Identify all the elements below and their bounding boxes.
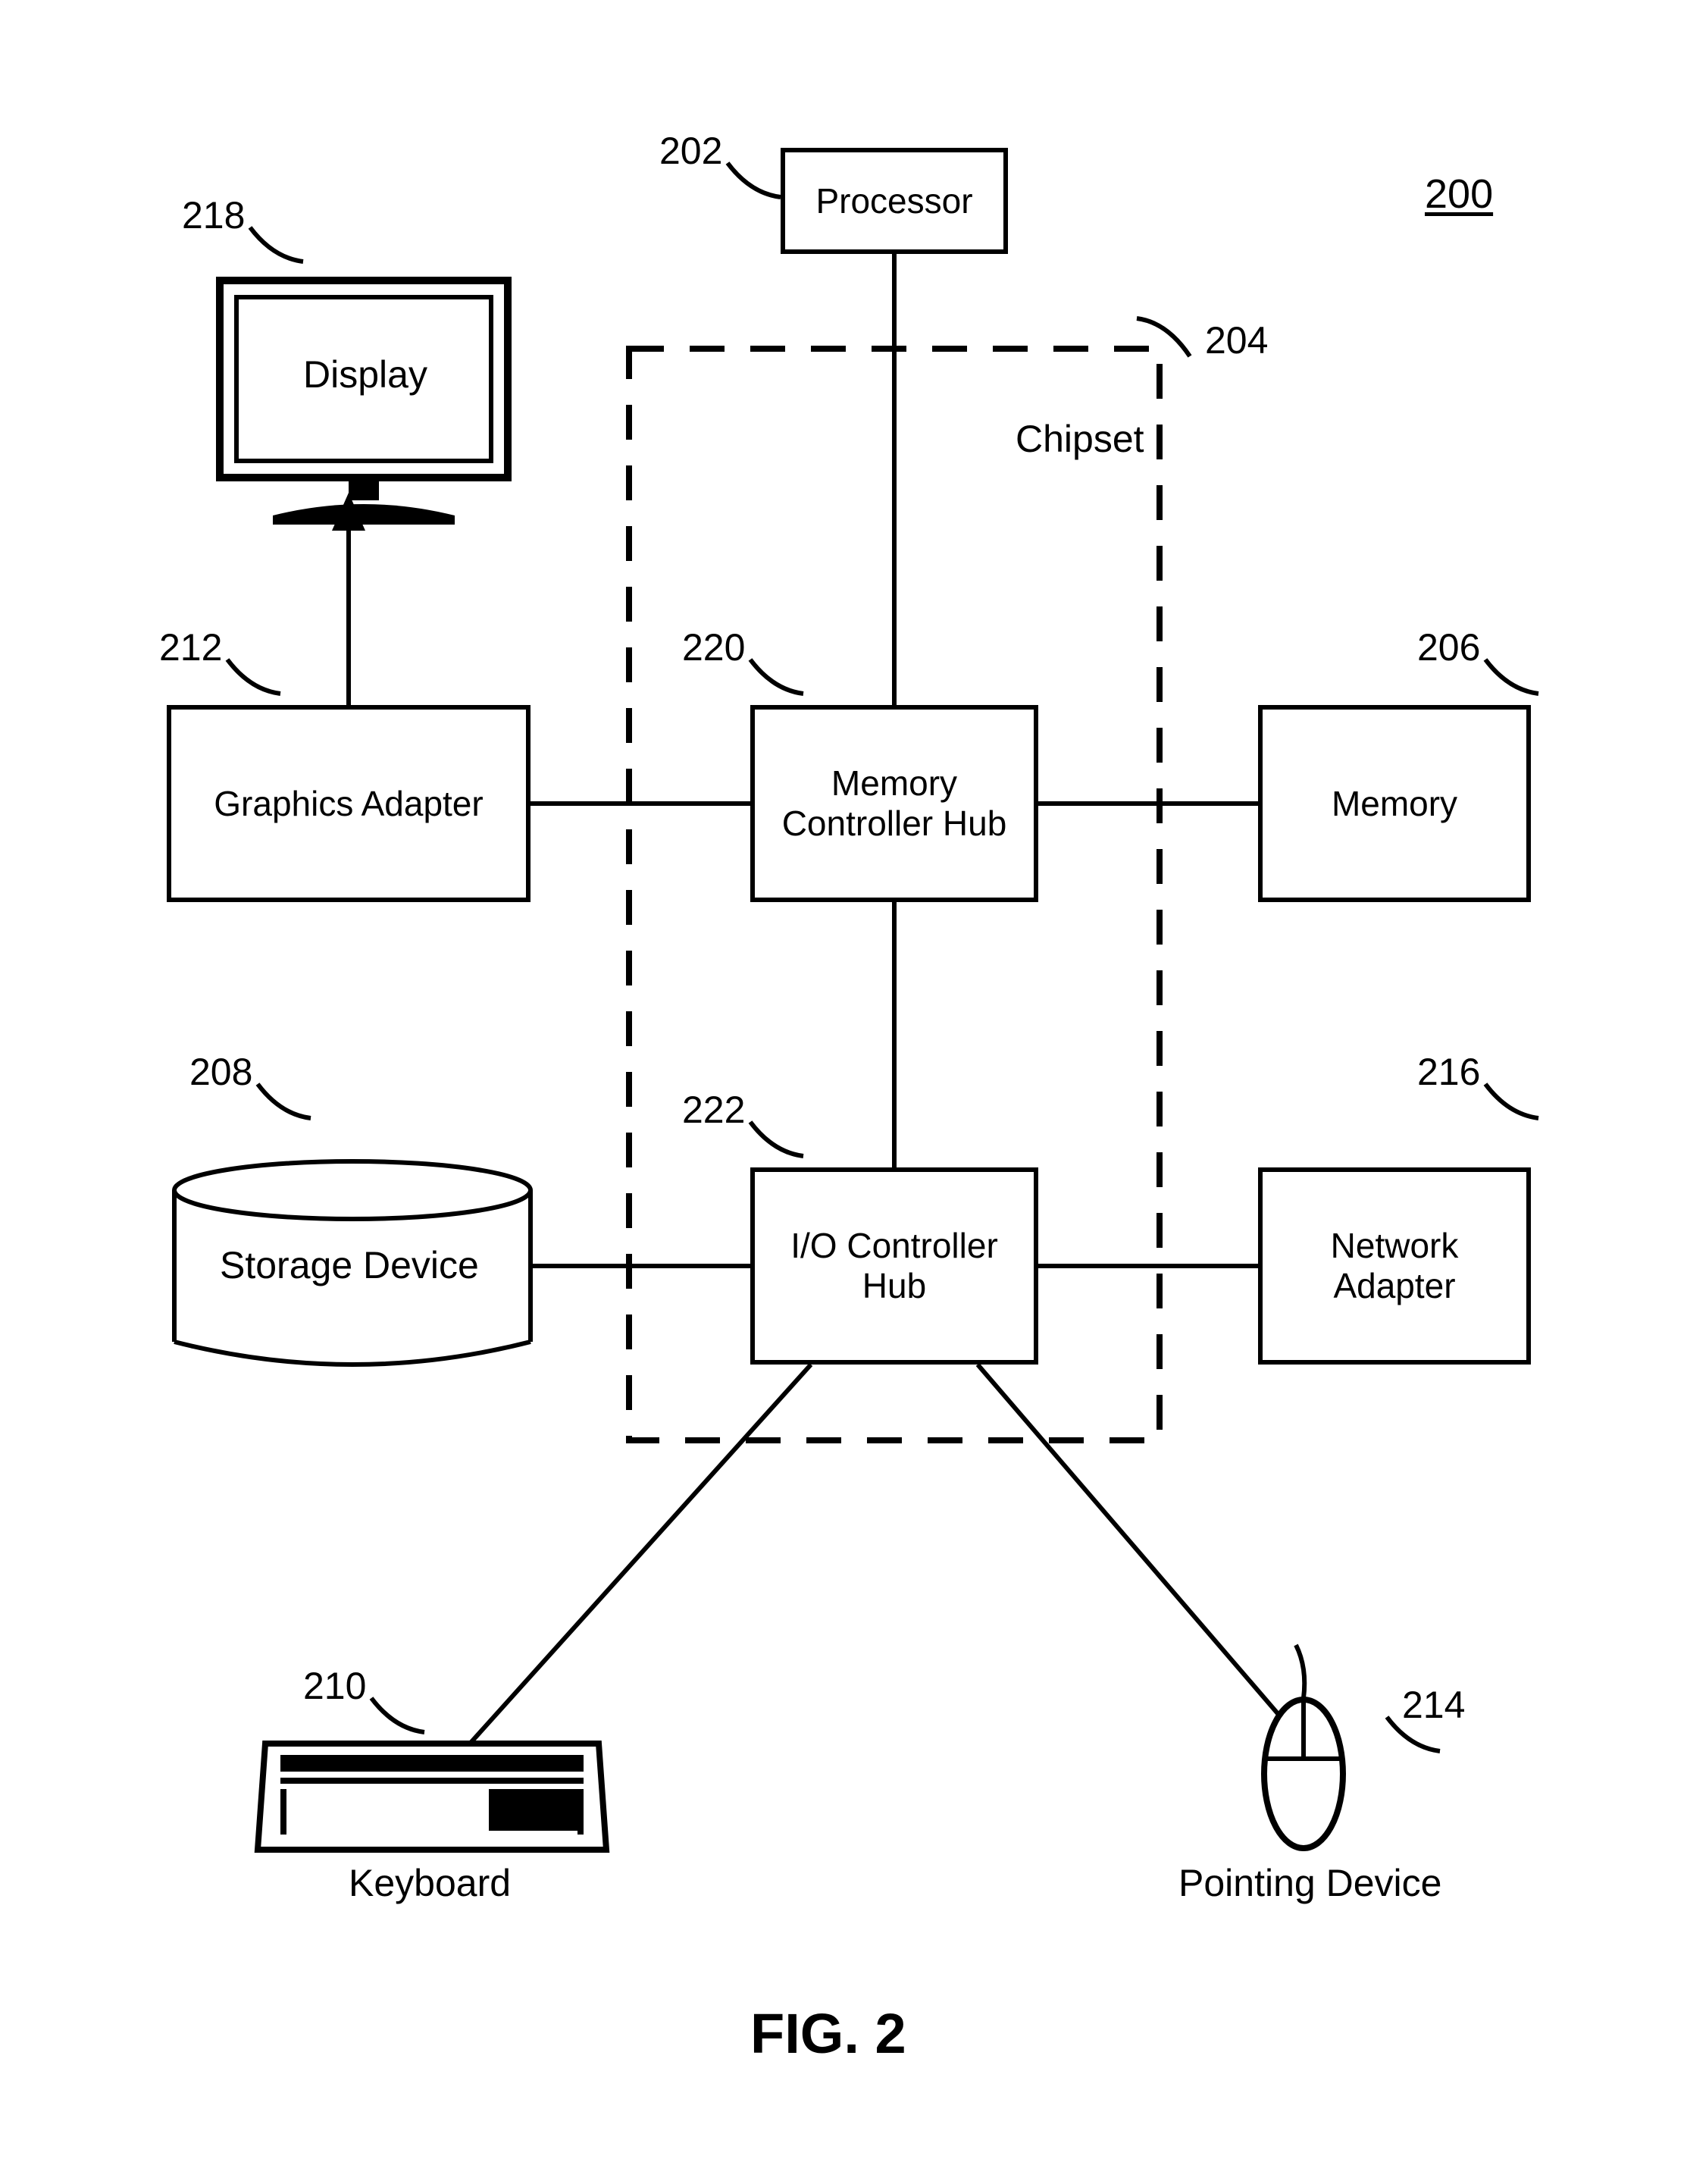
ioctl-label: I/O Controller Hub [790, 1226, 998, 1306]
memctl-block: Memory Controller Hub [750, 705, 1038, 902]
memory-label: Memory [1332, 784, 1457, 824]
ref-218: 218 [182, 193, 245, 237]
ref-204: 204 [1205, 318, 1268, 362]
display-icon [220, 280, 508, 525]
processor-block: Processor [781, 148, 1008, 254]
storage-label: Storage Device [220, 1243, 479, 1287]
graphics-block: Graphics Adapter [167, 705, 531, 902]
ioctl-block: I/O Controller Hub [750, 1167, 1038, 1365]
ref-206: 206 [1417, 625, 1480, 669]
diagram-canvas: Processor 202 Chipset 204 Memory Control… [0, 0, 1687, 2184]
ref-212: 212 [159, 625, 222, 669]
ref-210: 210 [303, 1664, 366, 1708]
graphics-label: Graphics Adapter [214, 784, 483, 824]
mouse-icon [1264, 1645, 1343, 1848]
ref-216: 216 [1417, 1050, 1480, 1094]
network-label: Network Adapter [1331, 1226, 1459, 1306]
memory-block: Memory [1258, 705, 1531, 902]
ref-202: 202 [659, 129, 722, 173]
processor-label: Processor [815, 181, 972, 221]
memctl-label: Memory Controller Hub [782, 763, 1007, 844]
chipset-label: Chipset [1016, 417, 1144, 461]
display-label: Display [303, 353, 427, 396]
keyboard-icon [258, 1744, 606, 1850]
ref-214: 214 [1402, 1683, 1465, 1727]
figure-ref-number: 200 [1425, 171, 1493, 218]
figure-title: FIG. 2 [750, 2001, 906, 2066]
keyboard-label: Keyboard [349, 1861, 511, 1905]
pointing-label: Pointing Device [1178, 1861, 1441, 1905]
ref-208: 208 [189, 1050, 252, 1094]
ref-220: 220 [682, 625, 745, 669]
network-block: Network Adapter [1258, 1167, 1531, 1365]
ref-222: 222 [682, 1088, 745, 1132]
